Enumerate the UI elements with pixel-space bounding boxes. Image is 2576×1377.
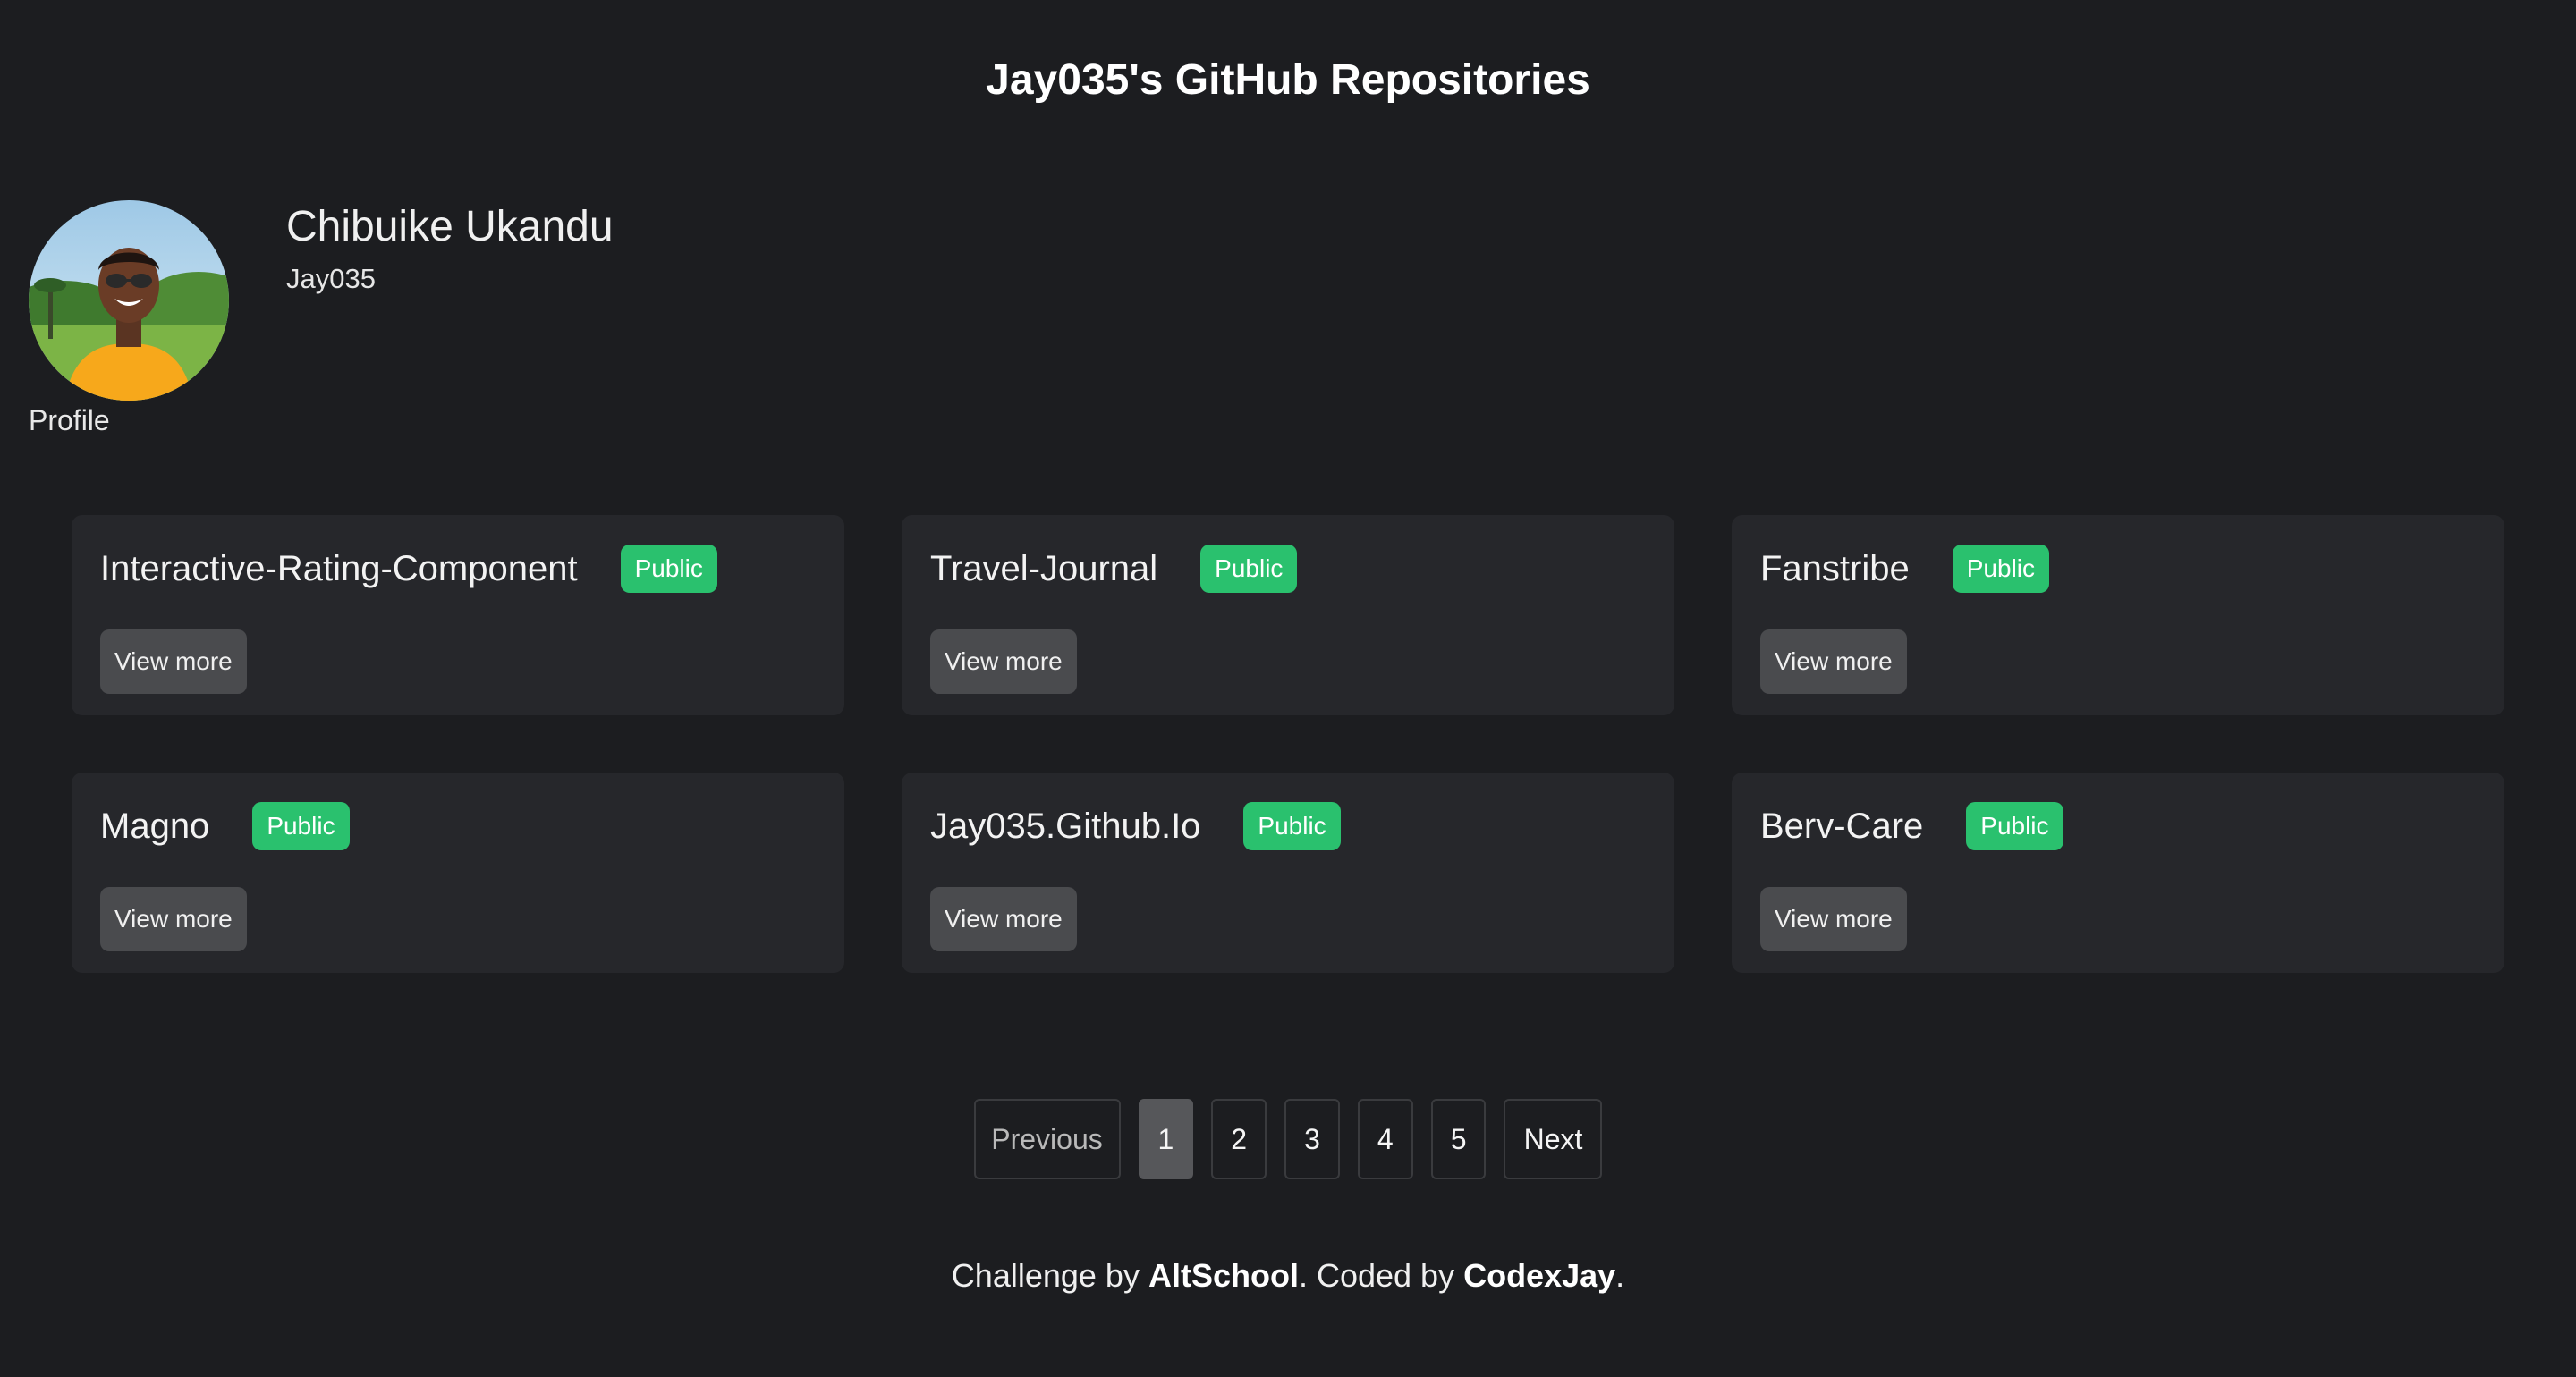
- visibility-badge: Public: [1966, 802, 2063, 850]
- page-title: Jay035's GitHub Repositories: [986, 56, 1590, 104]
- repo-header: Travel-Journal Public: [930, 544, 1646, 594]
- profile-username: Jay035: [286, 263, 376, 294]
- repo-name: Jay035.Github.Io: [930, 806, 1201, 846]
- page-button-5[interactable]: 5: [1430, 1099, 1487, 1179]
- next-page-button[interactable]: Next: [1504, 1099, 1603, 1179]
- repo-header: Berv-Care Public: [1760, 801, 2476, 851]
- avatar-image: [29, 200, 229, 401]
- previous-page-button[interactable]: Previous: [973, 1099, 1121, 1179]
- repo-card: Interactive-Rating-Component Public View…: [72, 515, 844, 715]
- footer-suffix: .: [1615, 1257, 1625, 1294]
- view-more-button[interactable]: View more: [1760, 629, 1907, 694]
- repo-card: Fanstribe Public View more: [1732, 515, 2504, 715]
- visibility-badge: Public: [252, 802, 350, 850]
- repo-name: Fanstribe: [1760, 548, 1910, 588]
- profile-name: Chibuike Ukandu: [286, 203, 614, 250]
- page-button-1[interactable]: 1: [1138, 1099, 1194, 1179]
- visibility-badge: Public: [1243, 802, 1341, 850]
- view-more-button[interactable]: View more: [100, 629, 247, 694]
- repo-grid: Interactive-Rating-Component Public View…: [72, 515, 2504, 973]
- repo-name: Magno: [100, 806, 210, 846]
- visibility-badge: Public: [1952, 545, 2050, 593]
- repo-header: Interactive-Rating-Component Public: [100, 544, 816, 594]
- repo-header: Jay035.Github.Io Public: [930, 801, 1646, 851]
- visibility-badge: Public: [1200, 545, 1298, 593]
- footer-prefix: Challenge by: [951, 1257, 1148, 1294]
- repo-header: Fanstribe Public: [1760, 544, 2476, 594]
- view-more-button[interactable]: View more: [100, 887, 247, 951]
- footer-author: CodexJay: [1463, 1257, 1616, 1294]
- visibility-badge: Public: [620, 545, 717, 593]
- footer-middle: . Coded by: [1298, 1257, 1464, 1294]
- repo-name: Berv-Care: [1760, 806, 1924, 846]
- page-button-3[interactable]: 3: [1284, 1099, 1340, 1179]
- view-more-button[interactable]: View more: [930, 887, 1077, 951]
- avatar: [29, 200, 229, 401]
- page-button-4[interactable]: 4: [1357, 1099, 1413, 1179]
- avatar-caption: Profile: [29, 404, 110, 436]
- footer-org: AltSchool: [1148, 1257, 1299, 1294]
- view-more-button[interactable]: View more: [1760, 887, 1907, 951]
- pagination: Previous 1 2 3 4 5 Next: [0, 1099, 2576, 1179]
- repo-card: Berv-Care Public View more: [1732, 773, 2504, 973]
- footer: Challenge by AltSchool. Coded by CodexJa…: [0, 1257, 2576, 1295]
- repo-header: Magno Public: [100, 801, 816, 851]
- repo-name: Travel-Journal: [930, 548, 1158, 588]
- repo-name: Interactive-Rating-Component: [100, 548, 578, 588]
- repo-card: Travel-Journal Public View more: [902, 515, 1674, 715]
- page-button-2[interactable]: 2: [1211, 1099, 1267, 1179]
- view-more-button[interactable]: View more: [930, 629, 1077, 694]
- repo-card: Jay035.Github.Io Public View more: [902, 773, 1674, 973]
- repo-card: Magno Public View more: [72, 773, 844, 973]
